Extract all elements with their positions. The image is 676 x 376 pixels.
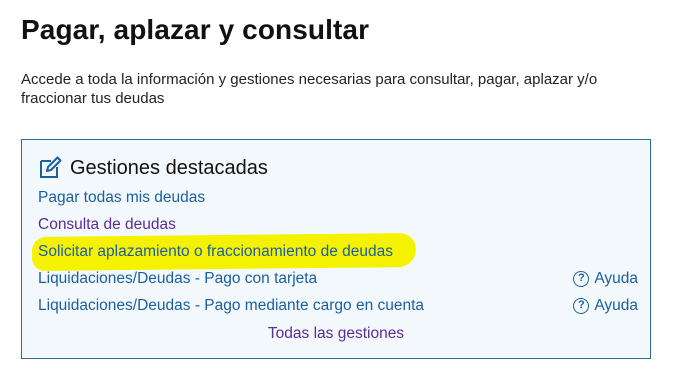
featured-actions-panel: Gestiones destacadas Pagar todas mis deu… bbox=[21, 139, 651, 359]
help-label: Ayuda bbox=[594, 297, 638, 314]
link-debt-inquiry[interactable]: Consulta de deudas bbox=[38, 216, 176, 233]
question-icon: ? bbox=[573, 271, 590, 287]
panel-title: Gestiones destacadas bbox=[70, 156, 268, 179]
page: Pagar, aplazar y consultar Accede a toda… bbox=[0, 0, 676, 376]
page-intro: Accede a toda la información y gestiones… bbox=[21, 71, 598, 107]
link-card-payment[interactable]: Liquidaciones/Deudas - Pago con tarjeta bbox=[38, 270, 317, 287]
page-title: Pagar, aplazar y consultar bbox=[21, 14, 370, 45]
list-item: Solicitar aplazamiento o fraccionamiento… bbox=[31, 232, 638, 272]
link-all-actions[interactable]: Todas las gestiones bbox=[268, 325, 404, 342]
all-actions-row: Todas las gestiones bbox=[22, 325, 650, 343]
link-account-debit-payment[interactable]: Liquidaciones/Deudas - Pago mediante car… bbox=[38, 297, 424, 314]
link-pay-all-debts[interactable]: Pagar todas mis deudas bbox=[38, 189, 205, 206]
help-link-account-debit[interactable]: ? Ayuda bbox=[573, 295, 638, 317]
panel-header: Gestiones destacadas bbox=[38, 156, 268, 180]
help-label: Ayuda bbox=[594, 270, 638, 287]
list-item: Liquidaciones/Deudas - Pago mediante car… bbox=[38, 295, 638, 317]
list-item: Consulta de deudas bbox=[38, 214, 638, 236]
edit-icon bbox=[40, 156, 62, 178]
help-link-card-payment[interactable]: ? Ayuda bbox=[573, 268, 638, 290]
link-request-deferral[interactable]: Solicitar aplazamiento o fraccionamiento… bbox=[38, 243, 393, 260]
list-item: Liquidaciones/Deudas - Pago con tarjeta … bbox=[38, 268, 638, 290]
list-item: Pagar todas mis deudas bbox=[38, 187, 638, 209]
question-icon: ? bbox=[573, 298, 590, 314]
